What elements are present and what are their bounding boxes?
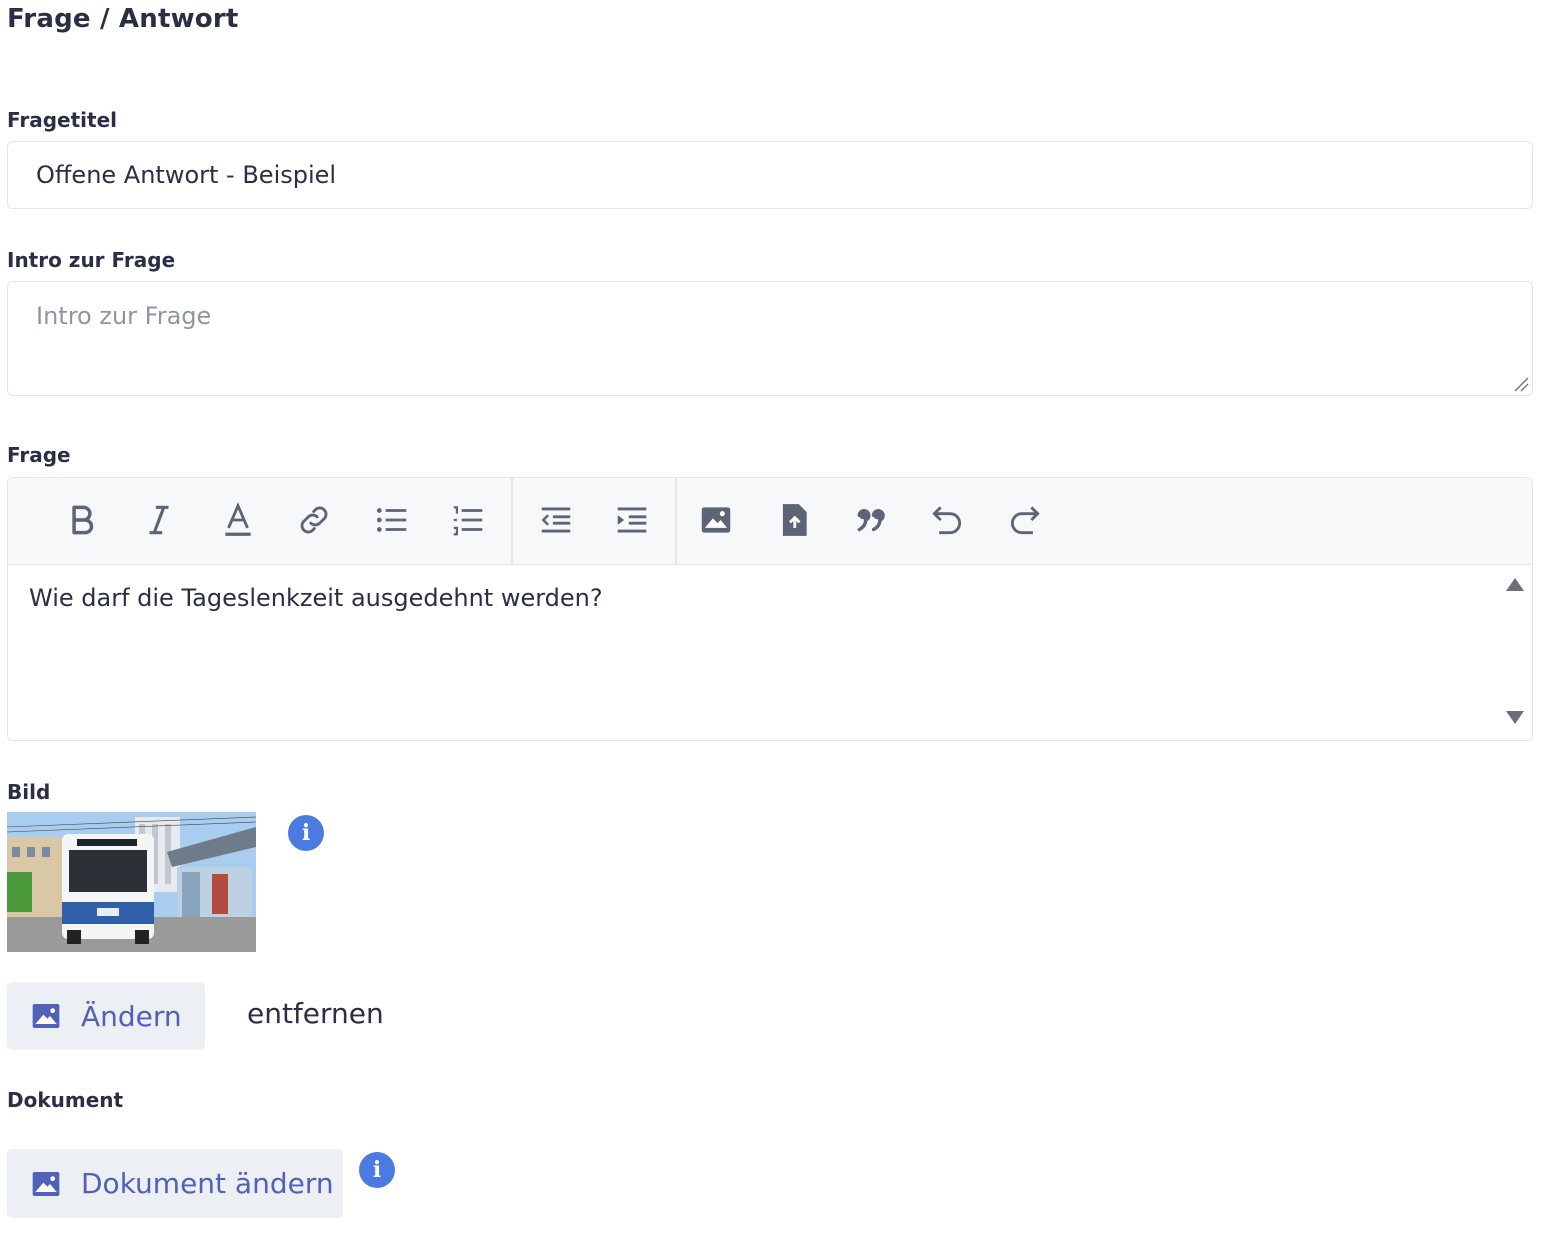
image-info-icon[interactable]: i [288, 815, 324, 851]
file-upload-icon[interactable] [772, 498, 816, 542]
text-color-icon[interactable] [216, 498, 260, 542]
question-label: Frage [7, 443, 71, 467]
editor-toolbar [8, 478, 1532, 565]
title-input[interactable]: Offene Antwort - Beispiel [7, 141, 1533, 209]
image-icon[interactable] [694, 498, 738, 542]
intro-label: Intro zur Frage [7, 248, 176, 272]
numbered-list-icon[interactable] [446, 498, 490, 542]
bus-image-thumbnail [7, 812, 256, 952]
remove-image-link[interactable]: entfernen [247, 997, 384, 1030]
resize-grip-icon[interactable] [1513, 376, 1529, 392]
image-label: Bild [7, 780, 51, 804]
toolbar-divider [511, 478, 513, 564]
question-text[interactable]: Wie darf die Tageslenkzeit ausgedehnt we… [29, 584, 603, 612]
bullet-list-icon[interactable] [370, 498, 414, 542]
bold-icon[interactable] [60, 498, 104, 542]
italic-icon[interactable] [137, 498, 181, 542]
page-title: Frage / Antwort [7, 4, 239, 34]
blockquote-icon[interactable] [850, 498, 894, 542]
undo-icon[interactable] [925, 498, 969, 542]
image-icon [32, 1004, 60, 1028]
redo-icon[interactable] [1003, 498, 1047, 542]
change-document-button[interactable]: Dokument ändern [7, 1149, 343, 1218]
toolbar-divider [675, 478, 677, 564]
link-icon[interactable] [292, 498, 336, 542]
scroll-up-arrow-icon[interactable] [1506, 578, 1524, 591]
change-document-label: Dokument ändern [81, 1167, 334, 1200]
document-info-icon[interactable]: i [359, 1152, 395, 1188]
change-image-button[interactable]: Ändern [7, 982, 205, 1050]
outdent-icon[interactable] [534, 498, 578, 542]
change-image-label: Ändern [81, 999, 182, 1033]
title-label: Fragetitel [7, 108, 118, 132]
scroll-down-arrow-icon[interactable] [1506, 711, 1524, 724]
document-label: Dokument [7, 1088, 124, 1112]
indent-icon[interactable] [610, 498, 654, 542]
question-editor[interactable]: Wie darf die Tageslenkzeit ausgedehnt we… [7, 477, 1533, 741]
intro-textarea[interactable]: Intro zur Frage [7, 281, 1533, 396]
image-icon [32, 1171, 60, 1196]
